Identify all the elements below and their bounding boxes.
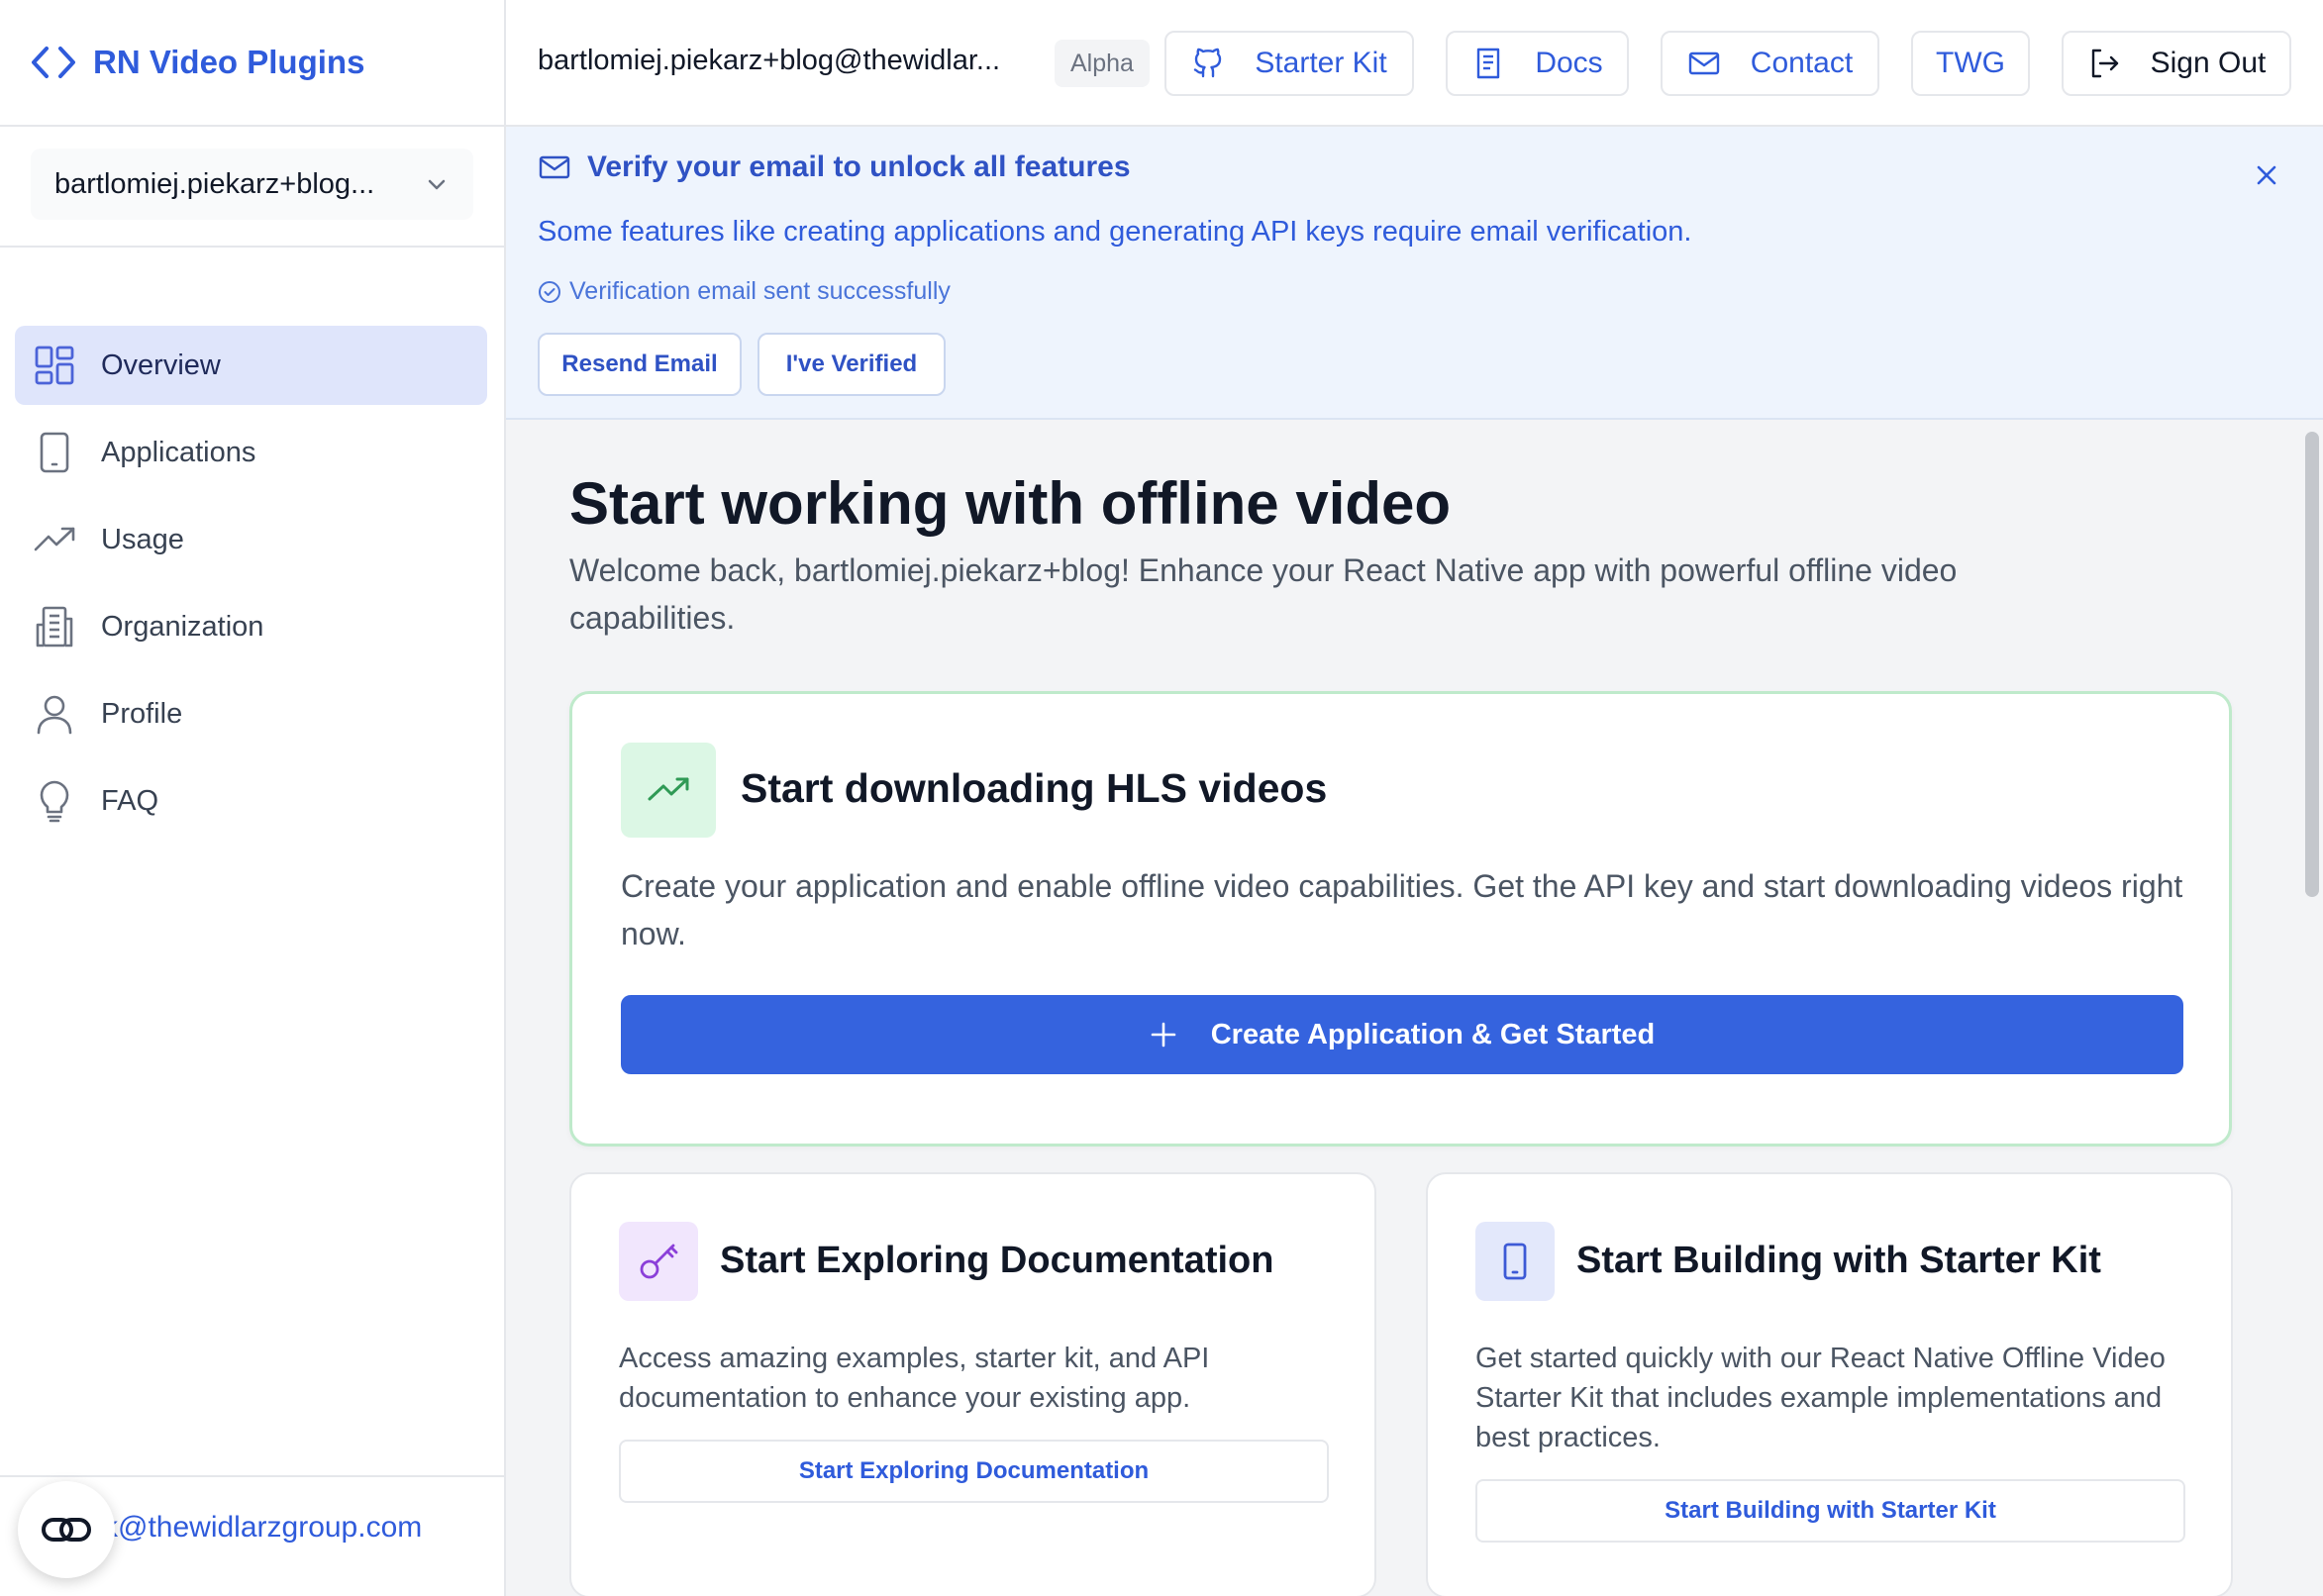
code-brackets-icon [30,43,77,82]
sidebar-item-overview[interactable]: Overview [15,326,487,405]
github-icon [1191,47,1225,80]
hls-download-card: Start downloading HLS videos Create your… [569,691,2232,1147]
support-email-link[interactable]: k@thewidlarzgroup.com [103,1511,422,1545]
chevron-down-icon [424,171,450,197]
starter-kit-label: Starter Kit [1255,47,1387,79]
brand[interactable]: RN Video Plugins [0,0,504,127]
starter-kit-button[interactable]: Starter Kit [1164,31,1414,96]
smartphone-icon [33,431,76,474]
contact-button[interactable]: Contact [1661,31,1879,96]
mail-icon [1687,47,1721,80]
alpha-badge: Alpha [1055,40,1150,87]
sidebar-item-faq[interactable]: FAQ [15,761,487,841]
hero-card-title: Start downloading HLS videos [741,765,1328,811]
organization-select[interactable]: bartlomiej.piekarz+blog... [31,149,473,220]
build-starter-kit-button[interactable]: Start Building with Starter Kit [1475,1479,2185,1543]
sidebar-item-label: Usage [101,523,184,555]
sidebar-item-label: Applications [101,436,256,468]
page-title: Start working with offline video [569,470,1452,537]
verify-email-banner: Verify your email to unlock all features… [506,127,2323,420]
grid-icon [33,344,76,387]
trending-up-icon [621,743,716,838]
sign-out-icon [2087,47,2121,80]
user-icon [33,692,76,736]
plus-icon [1150,1021,1177,1048]
documentation-card-title: Start Exploring Documentation [720,1240,1274,1281]
create-application-label: Create Application & Get Started [1210,1018,1656,1050]
trending-up-icon [33,518,76,561]
docs-label: Docs [1535,47,1603,79]
sidebar: RN Video Plugins bartlomiej.piekarz+blog… [0,0,506,1596]
starter-kit-card-title: Start Building with Starter Kit [1576,1240,2101,1281]
sidebar-item-label: Organization [101,610,264,643]
building-icon [33,605,76,648]
organization-select-value: bartlomiej.piekarz+blog... [54,167,375,200]
scrollbar[interactable] [2305,432,2319,897]
banner-title: Verify your email to unlock all features [587,150,1131,183]
close-icon[interactable] [2252,160,2281,190]
verified-button[interactable]: I've Verified [758,333,946,396]
verification-status: Verification email sent successfully [569,277,951,305]
sidebar-item-label: Overview [101,349,221,381]
sidebar-nav: Overview Applications Usage Organization… [15,326,487,848]
sidebar-item-label: Profile [101,697,183,730]
sidebar-item-usage[interactable]: Usage [15,500,487,579]
page-subtitle: Welcome back, bartlomiej.piekarz+blog! E… [569,552,1958,636]
sidebar-item-applications[interactable]: Applications [15,413,487,492]
brand-name: RN Video Plugins [93,44,365,80]
sign-out-label: Sign Out [2150,47,2267,79]
explore-documentation-button[interactable]: Start Exploring Documentation [619,1440,1329,1503]
starter-kit-card-description: Get started quickly with our React Nativ… [1475,1343,2166,1453]
twg-button[interactable]: TWG [1911,31,2030,96]
main-content: Start working with offline video Welcome… [506,420,2323,1596]
sign-out-button[interactable]: Sign Out [2062,31,2291,96]
lightbulb-icon [33,779,76,823]
sidebar-item-profile[interactable]: Profile [15,674,487,753]
link-icon [40,1515,93,1545]
contact-label: Contact [1750,47,1854,79]
sidebar-footer: k@thewidlarzgroup.com [0,1475,504,1596]
sidebar-item-organization[interactable]: Organization [15,587,487,666]
smartphone-icon [1475,1222,1555,1301]
key-icon [619,1222,698,1301]
banner-description: Some features like creating applications… [538,216,1692,248]
user-email: bartlomiej.piekarz+blog@thewidlar... [538,45,1001,76]
create-application-button[interactable]: Create Application & Get Started [621,995,2183,1074]
mail-icon [538,150,571,184]
floating-widget-button[interactable] [18,1481,115,1578]
starter-kit-card: Start Building with Starter Kit Get star… [1426,1172,2233,1596]
top-bar: bartlomiej.piekarz+blog@thewidlar... Alp… [506,0,2323,127]
sidebar-item-label: FAQ [101,784,159,817]
twg-label: TWG [1936,47,2005,79]
resend-email-button[interactable]: Resend Email [538,333,742,396]
hero-card-description: Create your application and enable offli… [621,868,2183,951]
documentation-card: Start Exploring Documentation Access ama… [569,1172,1376,1596]
documentation-card-description: Access amazing examples, starter kit, an… [619,1343,1210,1414]
docs-button[interactable]: Docs [1446,31,1629,96]
check-circle-icon [538,280,561,304]
document-icon [1471,47,1505,80]
